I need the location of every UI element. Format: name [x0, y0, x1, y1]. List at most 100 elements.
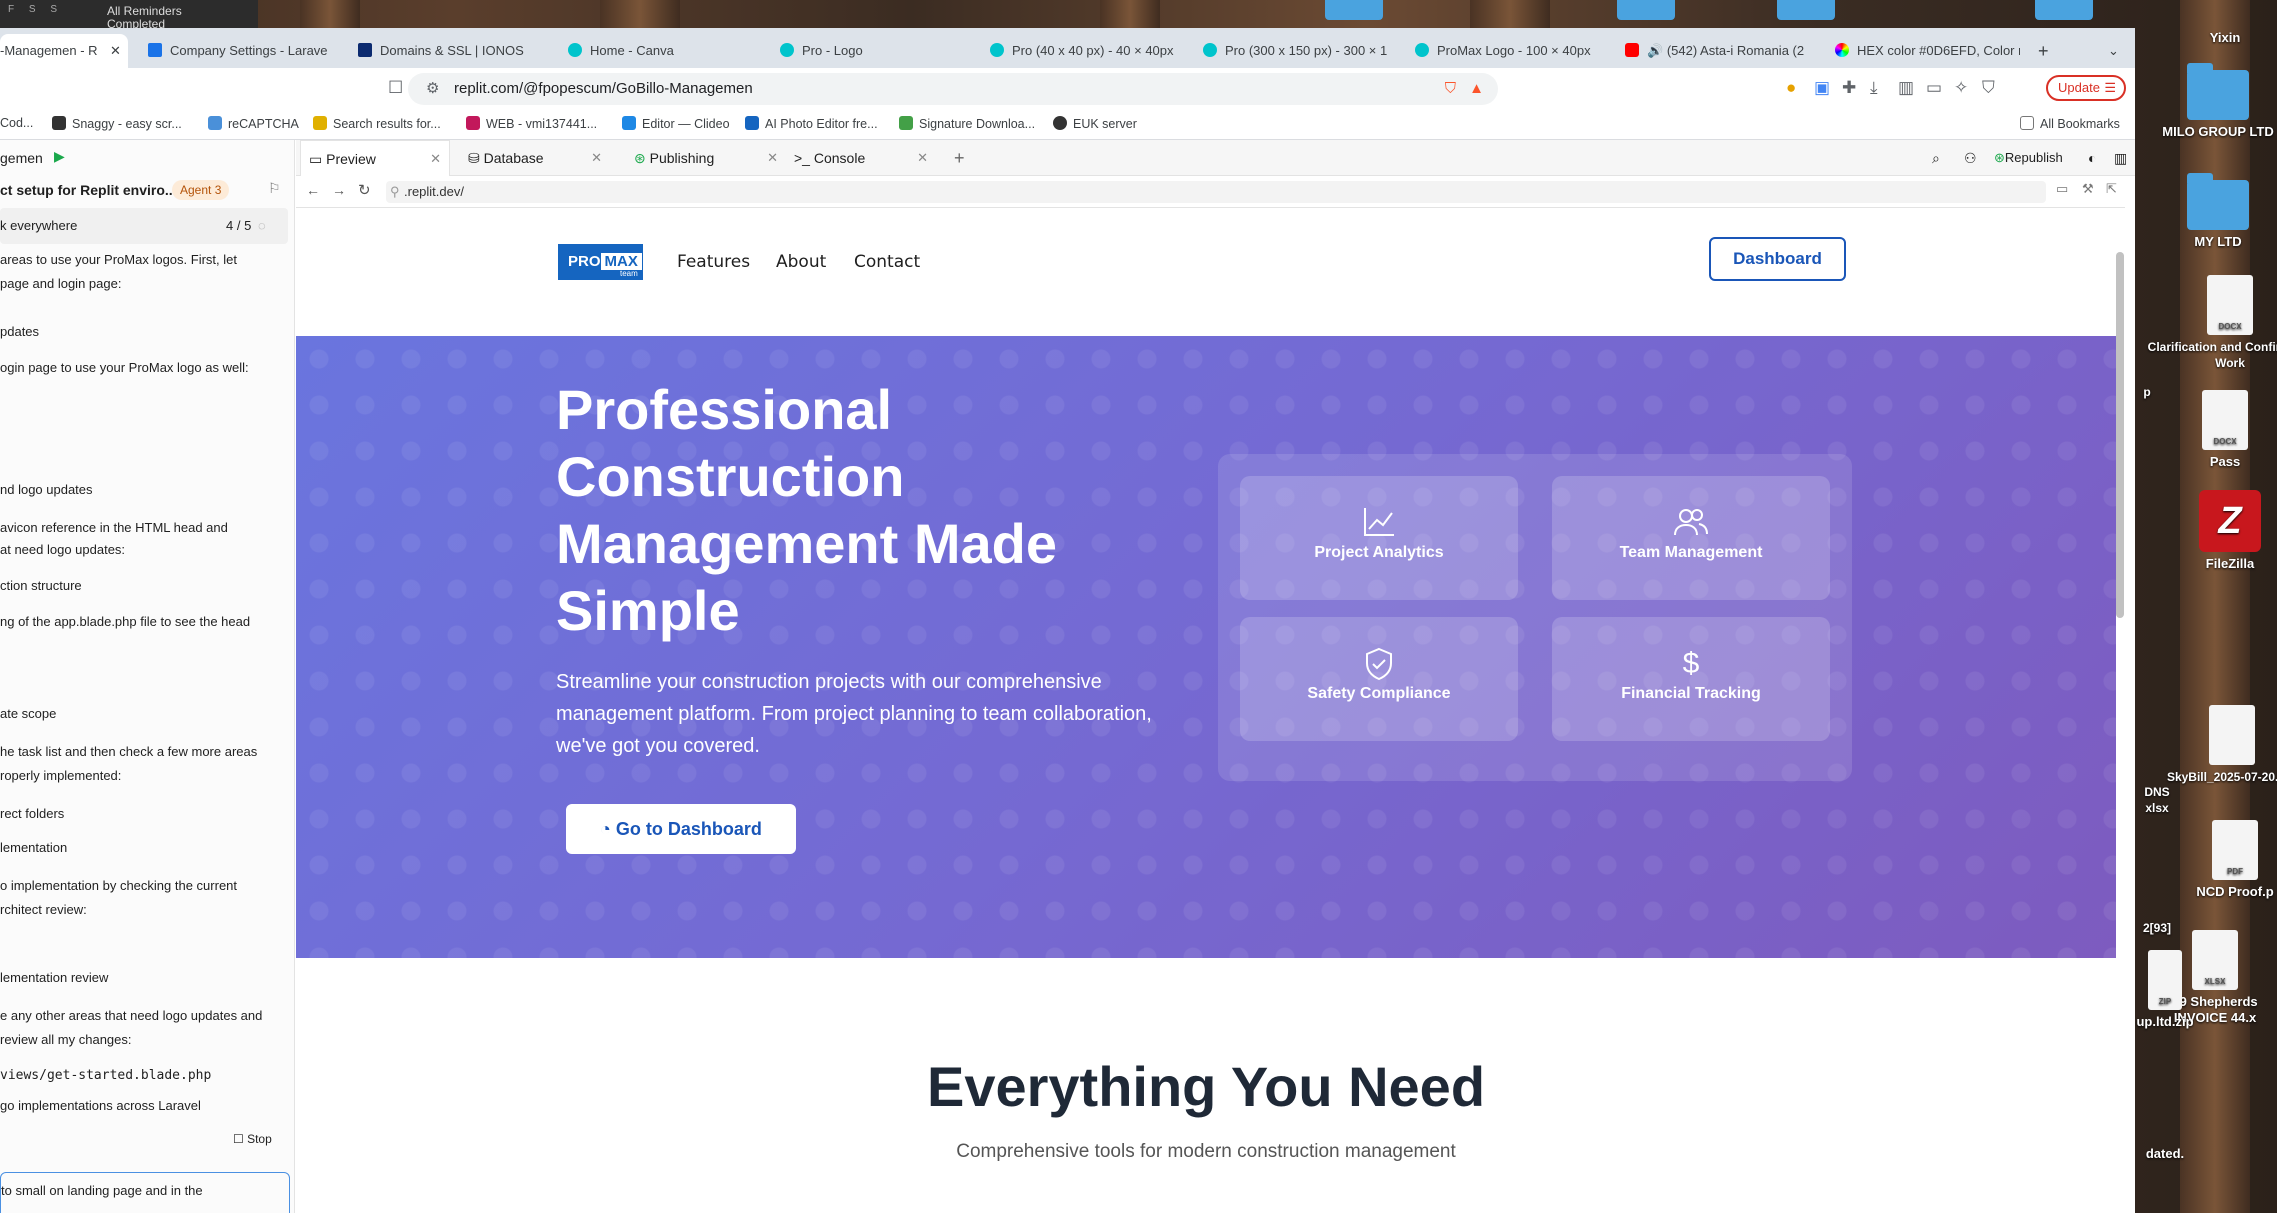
browser-tab[interactable]: Pro (300 x 150 px) - 300 × 1 [1203, 34, 1388, 68]
agent-chat-input[interactable]: to small on landing page and in the [0, 1172, 290, 1213]
snaggy-icon [52, 116, 66, 130]
desktop-folder-icon[interactable] [1617, 0, 1675, 20]
desktop-folder-myltd[interactable]: MY LTD [2123, 173, 2277, 250]
vpn-icon[interactable]: ⛉ [1982, 78, 1995, 98]
new-chat-icon[interactable]: ⚐ [268, 180, 281, 197]
desktop-file-zip[interactable]: ZIP up.ltd.zip [2135, 950, 2195, 1030]
extension-icon[interactable]: ● [1786, 78, 1796, 98]
desktop-folder-icon[interactable] [1325, 0, 1383, 20]
bookmark-item[interactable]: Signature Downloa... [899, 116, 1035, 131]
browser-tab[interactable]: ProMax Logo - 100 × 40px [1415, 34, 1605, 68]
bookmark-icon[interactable]: ☐ [388, 78, 403, 98]
tab-database[interactable]: ⛁ Database ✕ [460, 140, 610, 176]
download-icon[interactable]: ⤓ [1870, 78, 1878, 98]
devices-icon[interactable]: ▭ [2056, 181, 2068, 197]
forward-arrow-icon[interactable]: → [332, 182, 346, 198]
preview-url-input[interactable]: ⚲ .replit.dev/ [386, 181, 2046, 203]
extensions-puzzle-icon[interactable]: ✚ [1842, 78, 1856, 98]
bookmark-item[interactable]: Cod... [0, 116, 33, 130]
card-project-analytics[interactable]: Project Analytics [1240, 476, 1518, 600]
layout-icon[interactable]: ▥ [2106, 140, 2130, 176]
browser-tab[interactable]: 🔊 (542) Asta-i Romania (2 [1625, 34, 1830, 68]
bookmark-item[interactable]: EUK server [1053, 116, 1137, 131]
stop-button[interactable]: ☐ Stop [233, 1132, 272, 1146]
reload-icon[interactable]: ↻ [358, 181, 371, 199]
browser-window: -Managemen - R ✕ Company Settings - Larav… [0, 28, 2135, 1213]
chat-title[interactable]: ct setup for Replit enviro... [0, 182, 177, 198]
desktop-file-ncd[interactable]: PDF NCD Proof.p [2140, 820, 2277, 900]
bookmark-item[interactable]: AI Photo Editor fre... [745, 116, 878, 131]
desktop-file-pass[interactable]: DOCX Pass [2130, 390, 2277, 470]
desktop-folder-icon[interactable] [1777, 0, 1835, 20]
promax-logo[interactable]: PRO MAX team [558, 244, 643, 280]
all-bookmarks[interactable]: All Bookmarks [2020, 116, 2120, 131]
back-arrow-icon[interactable]: ← [306, 182, 320, 198]
bookmark-item[interactable]: reCAPTCHA [208, 116, 299, 131]
card-safety-compliance[interactable]: Safety Compliance [1240, 617, 1518, 741]
open-external-icon[interactable]: ⇱ [2106, 181, 2117, 197]
site-info-icon[interactable]: ⚙ [426, 73, 439, 105]
dashboard-button[interactable]: Dashboard [1709, 237, 1846, 281]
sidebar-icon[interactable]: ▥ [1898, 78, 1914, 98]
search-icon[interactable]: ⌕ [1924, 140, 1948, 176]
canva-favicon-icon [568, 43, 582, 57]
desktop-app-filezilla[interactable]: Z FileZilla [2135, 490, 2277, 572]
leo-icon[interactable]: ✧ [1954, 78, 1968, 98]
browser-tabstrip: -Managemen - R ✕ Company Settings - Larav… [0, 28, 2135, 68]
dashboard-gauge-icon: ◔ [600, 819, 616, 839]
web-icon [466, 116, 480, 130]
tab-search-chevron-icon[interactable]: ⌄ [2108, 34, 2128, 68]
desktop-folder-icon[interactable] [2035, 0, 2093, 20]
desktop-file-skybill[interactable]: SkyBill_2025-07-20.pdf [2137, 705, 2277, 785]
card-financial-tracking[interactable]: $ Financial Tracking [1552, 617, 1830, 741]
desktop-file-label[interactable]: p [2137, 384, 2157, 400]
devtools-wrench-icon[interactable]: ⚒ [2082, 181, 2094, 197]
xlsx-file-icon: XLSX [2192, 930, 2238, 990]
nav-link-about[interactable]: About [776, 252, 826, 272]
bookmark-item[interactable]: Editor — Clideo [622, 116, 730, 131]
browser-tab[interactable]: Company Settings - Laravel [148, 34, 328, 68]
preview-scrollbar[interactable] [2116, 252, 2124, 618]
tab-preview[interactable]: ▭ Preview ✕ [300, 140, 450, 176]
bookmark-item[interactable]: Snaggy - easy scr... [52, 116, 182, 131]
desktop-icon-yixin[interactable]: Yixin [2130, 30, 2277, 46]
update-button[interactable]: Update ☰ [2046, 75, 2126, 101]
bookmark-item[interactable]: Search results for... [313, 116, 441, 131]
translate-icon[interactable]: ▣ [1814, 78, 1830, 98]
task-progress[interactable]: k everywhere 4 / 5 ◌ [0, 208, 288, 244]
browser-tab[interactable]: Home - Canva [568, 34, 758, 68]
tab-publishing[interactable]: ⊛ Publishing ✕ [626, 140, 786, 176]
desktop-file-clarification[interactable]: DOCXClarification and Confirm...of Work [2135, 275, 2277, 371]
preview-address-bar: ← → ↻ ⚲ .replit.dev/ ▭ ⚒ ⇱ [296, 176, 2125, 208]
browser-tab[interactable]: HEX color #0D6EFD, Color r [1835, 34, 2020, 68]
tab-console[interactable]: >_ Console ✕ [786, 140, 936, 176]
invite-user-icon[interactable]: ⚇ [1956, 140, 1980, 176]
desktop-file-label[interactable]: DNS [2137, 784, 2177, 800]
browser-tab[interactable]: Domains & SSL | IONOS [358, 34, 538, 68]
card-team-management[interactable]: Team Management [1552, 476, 1830, 600]
browser-tab-replit[interactable]: -Managemen - R ✕ [0, 34, 128, 68]
republish-button[interactable]: ⊛Republish [1986, 140, 2076, 176]
reminders-notification[interactable]: F S S All Reminders Completed [0, 0, 258, 31]
bookmark-item[interactable]: WEB - vmi137441... [466, 116, 597, 131]
wallet-icon[interactable]: ▭ [1926, 78, 1942, 98]
desktop-file-label[interactable]: 2[93] [2137, 920, 2177, 936]
link-icon: ⚲ [390, 184, 400, 199]
run-icon[interactable]: ▶ [54, 148, 65, 165]
project-name: gemen [0, 150, 43, 166]
nav-link-features[interactable]: Features [677, 252, 750, 272]
go-to-dashboard-button[interactable]: ◔ Go to Dashboard [566, 804, 796, 854]
new-tab-button[interactable]: + [2038, 34, 2058, 68]
desktop-folder-milo[interactable]: MILO GROUP LTD [2123, 63, 2277, 140]
address-bar[interactable]: ⚙ replit.com/@fpopescum/GoBillo-Manageme… [408, 73, 1498, 105]
nav-link-contact[interactable]: Contact [854, 252, 920, 272]
desktop-file-label[interactable]: xlsx [2137, 800, 2177, 816]
browser-tab[interactable]: Pro - Logo [780, 34, 960, 68]
brave-rewards-icon[interactable]: ▲ [1469, 73, 1484, 105]
browser-tab[interactable]: Pro (40 x 40 px) - 40 × 40px [990, 34, 1180, 68]
theme-icon[interactable]: ◐ [2080, 140, 2104, 176]
add-tab-icon[interactable]: + [946, 140, 976, 176]
brave-shields-icon[interactable]: ⛉ [1445, 73, 1456, 105]
desktop-file-label[interactable]: dated. [2135, 1146, 2195, 1162]
pdf-file-icon: PDF [2212, 820, 2258, 880]
